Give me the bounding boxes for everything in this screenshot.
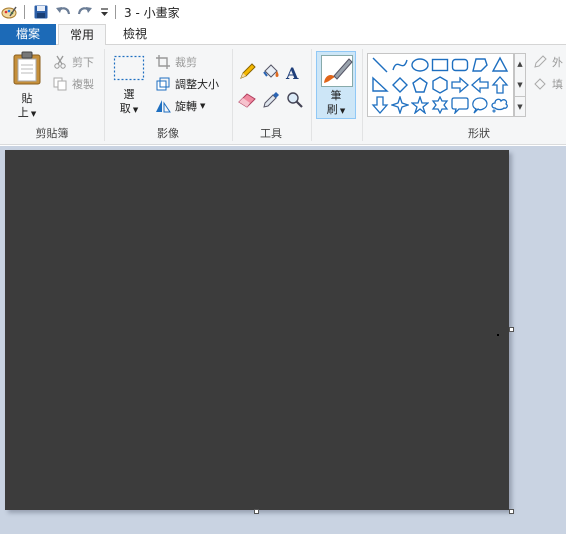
copy-label: 複製 xyxy=(72,78,94,91)
paste-button[interactable]: 貼 上 ▼ xyxy=(8,51,46,121)
paint-bucket-icon xyxy=(262,63,280,84)
eyedropper-icon xyxy=(262,91,280,112)
group-separator xyxy=(311,49,312,141)
cut-label: 剪下 xyxy=(72,56,94,69)
fill-button[interactable]: 填 xyxy=(532,74,563,94)
brushes-button[interactable]: 筆 刷 ▼ xyxy=(316,51,356,119)
redo-icon[interactable] xyxy=(76,3,94,21)
paste-label-2: 上 ▼ xyxy=(17,106,37,119)
customize-dropdown-icon[interactable] xyxy=(98,3,110,21)
ribbon: 貼 上 ▼ 剪下 複製 剪貼簿 選 取 ▼ 裁剪 調整大小 旋轉 ▼ 影像 A … xyxy=(0,45,566,145)
crop-button[interactable]: 裁剪 xyxy=(155,52,197,72)
qa-separator-2 xyxy=(115,5,116,19)
select-rectangle-icon xyxy=(113,55,145,84)
clipboard-group-label: 剪貼簿 xyxy=(35,127,69,140)
shape-right-arrow-icon[interactable] xyxy=(450,75,470,95)
fill-label: 填 xyxy=(552,78,563,91)
resize-label: 調整大小 xyxy=(175,78,219,91)
copy-icon xyxy=(52,76,68,92)
resize-icon xyxy=(155,76,171,92)
shape-diamond-icon[interactable] xyxy=(390,75,410,95)
color-picker-tool[interactable] xyxy=(262,91,282,111)
shape-right-triangle-icon[interactable] xyxy=(370,75,390,95)
shape-cloud-callout-icon[interactable] xyxy=(490,95,510,115)
copy-button[interactable]: 複製 xyxy=(52,74,94,94)
magnifier-tool[interactable] xyxy=(286,91,306,111)
resize-button[interactable]: 調整大小 xyxy=(155,74,219,94)
tab-home[interactable]: 常用 xyxy=(58,24,106,46)
canvas-pixel-dot xyxy=(497,334,499,336)
shapes-group-label: 形狀 xyxy=(468,127,490,140)
tab-file[interactable]: 檔案 xyxy=(0,24,56,45)
shape-rectangle-icon[interactable] xyxy=(430,55,450,75)
brushes-label-2: 刷 ▼ xyxy=(326,103,346,116)
shape-down-arrow-icon[interactable] xyxy=(370,95,390,115)
fill-bucket-icon xyxy=(532,76,548,92)
fill-tool[interactable] xyxy=(262,63,282,83)
pencil-icon xyxy=(238,62,256,84)
clipboard-icon xyxy=(12,51,42,88)
shape-triangle-icon[interactable] xyxy=(490,55,510,75)
paint-app-icon[interactable] xyxy=(0,3,18,21)
outline-label: 外 xyxy=(552,56,563,69)
brushes-label-2-text: 刷 xyxy=(326,103,338,116)
shape-rounded-callout-icon[interactable] xyxy=(450,95,470,115)
resize-handle-bottom[interactable] xyxy=(254,509,259,514)
tools-group-label: 工具 xyxy=(260,127,282,140)
crop-label: 裁剪 xyxy=(175,56,197,69)
select-label-2: 取 ▼ xyxy=(119,102,139,115)
brush-icon xyxy=(321,55,353,90)
text-tool[interactable]: A xyxy=(286,63,306,83)
shape-line-icon[interactable] xyxy=(370,55,390,75)
select-button[interactable]: 選 取 ▼ xyxy=(112,55,146,117)
save-icon[interactable] xyxy=(32,3,50,21)
select-label-1: 選 xyxy=(123,88,135,101)
shape-up-arrow-icon[interactable] xyxy=(490,75,510,95)
eraser-tool[interactable] xyxy=(238,91,258,111)
scissors-icon xyxy=(52,54,68,70)
tab-view[interactable]: 檢視 xyxy=(112,24,158,45)
paste-label-2-text: 上 xyxy=(17,106,29,119)
qa-separator xyxy=(24,5,25,19)
shapes-scroll[interactable]: ▲ ▼ ▼ xyxy=(514,53,526,117)
shape-pentagon-icon[interactable] xyxy=(410,75,430,95)
pencil-tool[interactable] xyxy=(238,62,258,84)
scroll-up-icon[interactable]: ▲ xyxy=(515,54,525,75)
window-title: 3 - 小畫家 xyxy=(124,6,180,20)
resize-handle-right[interactable] xyxy=(509,327,514,332)
shape-left-arrow-icon[interactable] xyxy=(470,75,490,95)
text-icon: A xyxy=(286,63,299,83)
shape-rounded-rectangle-icon[interactable] xyxy=(450,55,470,75)
shape-five-point-star-icon[interactable] xyxy=(410,95,430,115)
brushes-label-1: 筆 xyxy=(330,89,342,102)
eraser-icon xyxy=(238,92,256,111)
shape-oval-icon[interactable] xyxy=(410,55,430,75)
magnifier-icon xyxy=(286,91,304,112)
workspace xyxy=(0,146,566,534)
shape-oval-callout-icon[interactable] xyxy=(470,95,490,115)
scroll-down-icon[interactable]: ▼ xyxy=(515,75,525,96)
crop-icon xyxy=(155,54,171,70)
ribbon-tabs: 檔案 常用 檢視 xyxy=(0,24,566,46)
rotate-button[interactable]: 旋轉 ▼ xyxy=(155,96,205,116)
title-bar: 3 - 小畫家 xyxy=(0,0,566,24)
shape-curve-icon[interactable] xyxy=(390,55,410,75)
select-label-2-text: 取 xyxy=(119,102,131,115)
outline-pen-icon xyxy=(532,54,548,70)
paste-label-1: 貼 xyxy=(21,92,33,105)
image-group-label: 影像 xyxy=(157,127,179,140)
shape-hexagon-icon[interactable] xyxy=(430,75,450,95)
undo-icon[interactable] xyxy=(54,3,72,21)
drawing-canvas[interactable] xyxy=(5,150,509,510)
cut-button[interactable]: 剪下 xyxy=(52,52,94,72)
shapes-gallery xyxy=(367,53,514,117)
shape-six-point-star-icon[interactable] xyxy=(430,95,450,115)
shape-polygon-icon[interactable] xyxy=(470,55,490,75)
outline-button[interactable]: 外 xyxy=(532,52,563,72)
rotate-icon xyxy=(155,98,171,114)
gallery-expand-icon[interactable]: ▼ xyxy=(515,96,525,117)
resize-handle-corner[interactable] xyxy=(509,509,514,514)
shape-four-point-star-icon[interactable] xyxy=(390,95,410,115)
rotate-label: 旋轉 xyxy=(175,100,197,113)
